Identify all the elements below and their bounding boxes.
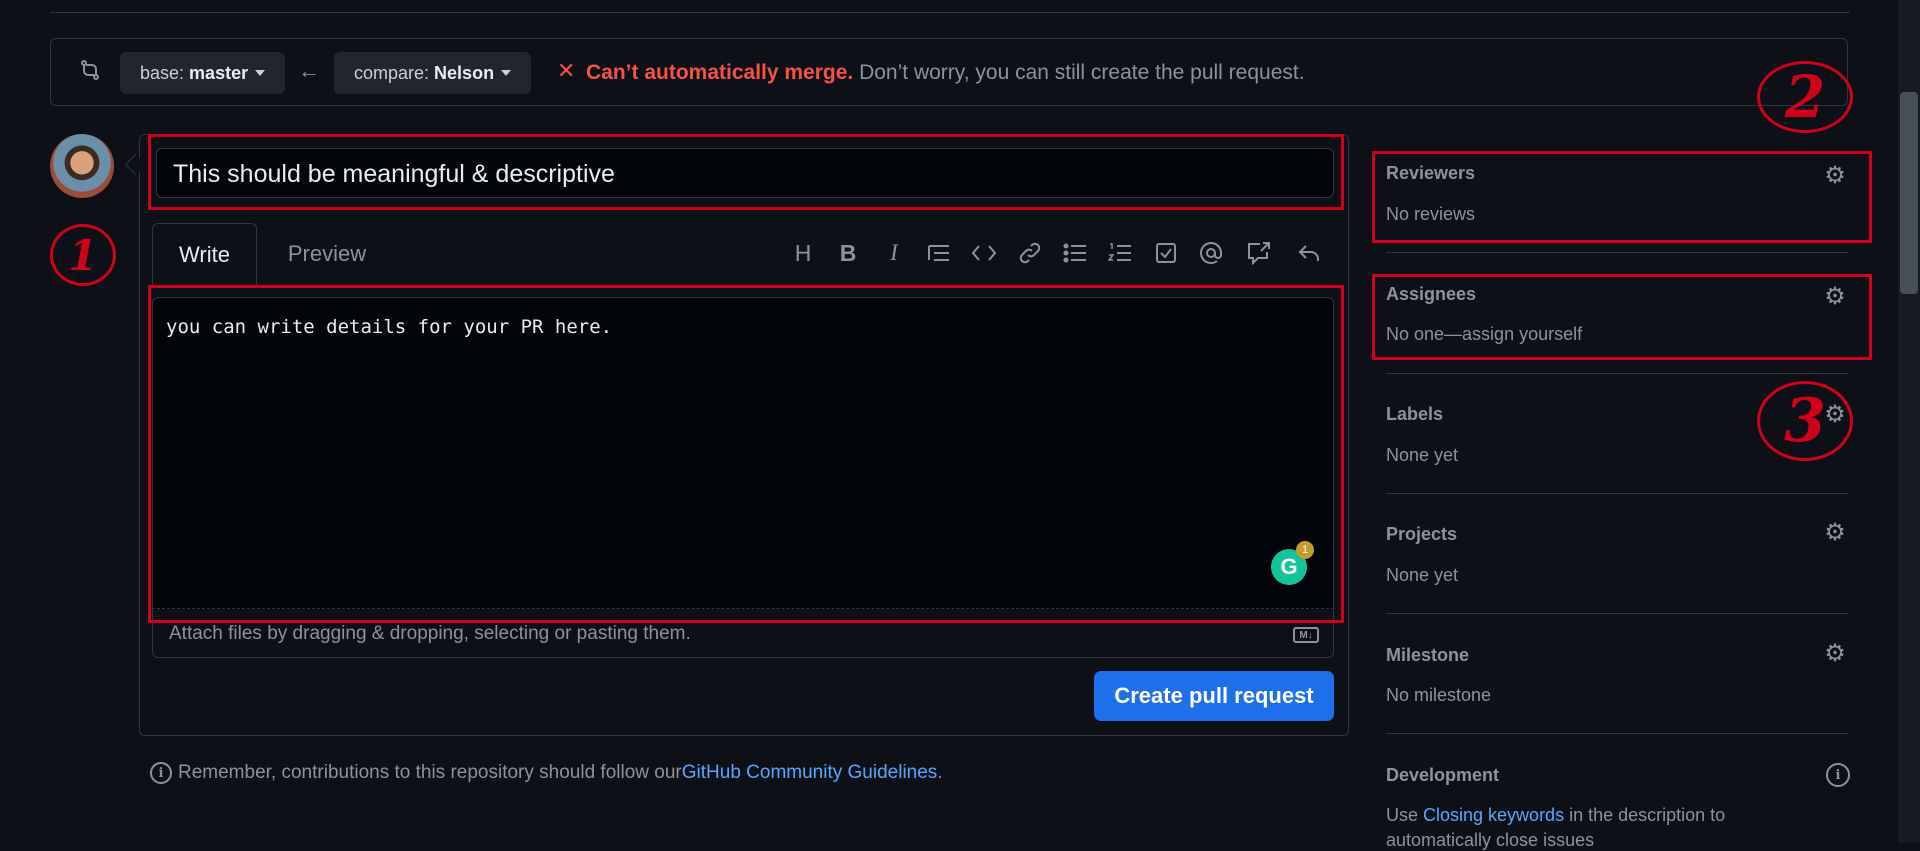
x-icon: ✕ [557, 58, 576, 83]
divider [1386, 733, 1848, 734]
arrow-left-icon: ← [298, 58, 320, 83]
contribution-note-text: Remember, contributions to this reposito… [178, 762, 682, 783]
numbered-list-icon[interactable] [1105, 238, 1135, 268]
divider [1386, 373, 1848, 374]
markdown-icon[interactable]: M↓ [1293, 627, 1319, 643]
code-icon[interactable] [969, 238, 999, 268]
caret-down-icon [501, 70, 512, 76]
mention-icon[interactable] [1196, 238, 1226, 268]
development-suffix: in the description to [1564, 805, 1726, 825]
divider [1386, 252, 1848, 253]
annotation-box-assignees [1372, 274, 1872, 360]
compare-prefix: compare: [354, 62, 430, 83]
contribution-note: i Remember, contributions to this reposi… [150, 762, 943, 784]
annotation-number-1: 1 [50, 224, 116, 286]
task-list-icon[interactable] [1151, 238, 1181, 268]
merge-status: Can’t automatically merge. Don’t worry, … [586, 61, 1305, 85]
gear-icon[interactable]: ⚙ [1822, 640, 1848, 667]
tab-preview[interactable]: Preview [272, 223, 382, 285]
git-compare-icon [78, 58, 102, 82]
contribution-note-period: . [937, 762, 943, 783]
projects-title[interactable]: Projects [1386, 524, 1457, 545]
development-prefix: Use [1386, 805, 1424, 825]
italic-icon[interactable]: I [879, 238, 909, 268]
community-guidelines-link[interactable]: GitHub Community Guidelines [682, 762, 938, 784]
milestone-title[interactable]: Milestone [1386, 645, 1469, 666]
divider [1386, 493, 1848, 494]
base-branch-name: master [189, 62, 249, 83]
caret-down-icon [255, 70, 266, 76]
reply-icon[interactable] [1294, 238, 1324, 268]
create-pull-request-button[interactable]: Create pull request [1094, 671, 1334, 721]
annotation-number-2: 2 [1757, 61, 1853, 133]
base-branch-button[interactable]: base: master [120, 52, 285, 94]
top-divider [50, 12, 1850, 13]
development-value-line2: automatically close issues [1386, 830, 1595, 850]
divider [1386, 613, 1848, 614]
gear-icon[interactable]: ⚙ [1822, 519, 1848, 546]
merge-status-text: Don’t worry, you can still create the pu… [853, 61, 1305, 84]
bold-icon[interactable]: B [833, 238, 863, 268]
info-icon: i [150, 762, 172, 784]
base-prefix: base: [140, 62, 185, 83]
bulleted-list-icon[interactable] [1060, 238, 1090, 268]
labels-value: None yet [1386, 445, 1459, 465]
annotation-box-title [148, 134, 1344, 210]
reference-icon[interactable] [1244, 238, 1274, 268]
scrollbar-thumb[interactable] [1900, 92, 1918, 294]
labels-title[interactable]: Labels [1386, 404, 1443, 425]
quote-icon[interactable] [924, 238, 954, 268]
annotation-box-body [148, 285, 1344, 623]
tab-write[interactable]: Write [152, 223, 257, 285]
merge-status-bold: Can’t automatically merge. [586, 61, 854, 84]
avatar[interactable] [50, 134, 114, 198]
projects-value: None yet [1386, 565, 1459, 585]
annotation-number-3: 3 [1757, 381, 1853, 461]
milestone-value: No milestone [1386, 685, 1492, 705]
compare-branch-button[interactable]: compare: Nelson [334, 52, 531, 94]
closing-keywords-link[interactable]: Closing keywords [1423, 805, 1564, 825]
annotation-box-reviewers [1372, 151, 1872, 243]
development-title: Development [1386, 765, 1500, 785]
info-icon[interactable]: i [1826, 763, 1850, 787]
development-value: Use Closing keywords in the description … [1386, 805, 1725, 826]
link-icon[interactable] [1015, 238, 1045, 268]
heading-icon[interactable]: H [788, 238, 818, 268]
compare-branch-name: Nelson [434, 62, 495, 83]
